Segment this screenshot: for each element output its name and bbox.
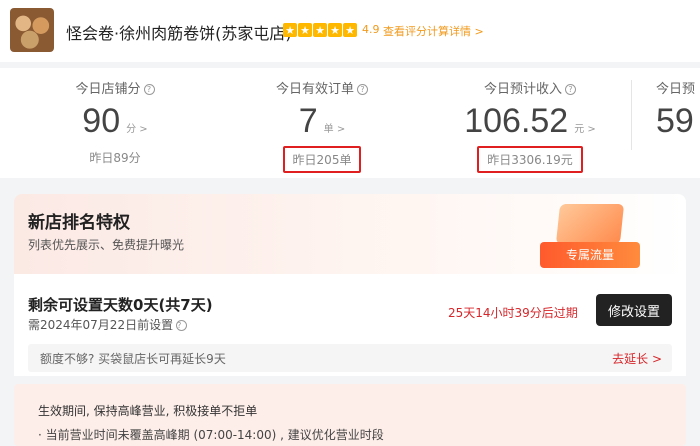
stat-label: 今日店铺分 xyxy=(75,82,141,97)
stat-label: 今日预计收入 xyxy=(483,82,562,97)
expiry-countdown: 25天14小时39分后过期 xyxy=(448,306,578,320)
help-icon[interactable]: ? xyxy=(176,320,188,331)
notice-line-2: · 当前营业时间未覆盖高峰期 (07:00-14:00) , 建议优化营业时段 xyxy=(38,428,384,442)
stat-expected-income[interactable]: 今日预计收入? 106.52 元 > 昨日3306.19元 xyxy=(440,68,620,173)
help-icon[interactable]: ? xyxy=(565,84,576,95)
shop-avatar[interactable] xyxy=(10,8,54,52)
modify-settings-button[interactable]: 修改设置 xyxy=(596,294,672,326)
stat-unit: 分 > xyxy=(126,124,148,135)
divider xyxy=(631,80,632,150)
stat-yesterday: 昨日89分 xyxy=(89,151,141,165)
rating-stars: ★ ★ ★ ★ ★ xyxy=(283,23,357,37)
stat-yesterday: 昨日3306.19元 xyxy=(477,146,583,173)
stat-yesterday: 昨日205单 xyxy=(282,146,362,173)
stat-partial[interactable]: 今日预 59 xyxy=(640,68,700,142)
stats-panel: 今日店铺分? 90 分 > 昨日89分 今日有效订单? 7 单 > 昨日205单 今… xyxy=(0,68,700,178)
stat-unit: 元 > xyxy=(574,124,596,135)
deadline-text: 需2024年07月22日前设置? xyxy=(28,316,188,333)
traffic-graphic-icon xyxy=(555,204,625,244)
remaining-days-section: 剩余可设置天数0天(共7天) 需2024年07月22日前设置? 25天14小时3… xyxy=(14,274,686,340)
help-icon[interactable]: ? xyxy=(357,84,368,95)
stat-label: 今日有效订单 xyxy=(275,82,354,97)
star-icon: ★ xyxy=(328,23,342,37)
privilege-subtitle: 列表优先展示、免费提升曝光 xyxy=(28,238,185,252)
stat-valid-orders[interactable]: 今日有效订单? 7 单 > 昨日205单 xyxy=(232,68,412,173)
stat-value: 7 xyxy=(298,102,318,140)
stat-store-score[interactable]: 今日店铺分? 90 分 > 昨日89分 xyxy=(25,68,205,169)
help-icon[interactable]: ? xyxy=(143,84,155,95)
deadline-label: 需2024年07月22日前设置 xyxy=(28,318,174,332)
extend-link[interactable]: 去延长 > xyxy=(612,350,662,367)
shop-header: 怪会卷·徐州肉筋卷饼(苏家屯店) ★ ★ ★ ★ ★ 4.9 查看评分计算详情 … xyxy=(0,0,700,62)
stat-unit: 单 > xyxy=(323,124,346,135)
shop-name: 怪会卷·徐州肉筋卷饼(苏家屯店) xyxy=(66,24,292,43)
new-store-privilege-card: 新店排名特权 列表优先展示、免费提升曝光 专属流量 xyxy=(14,194,686,274)
rating-details-link[interactable]: 查看评分计算详情 > xyxy=(383,23,484,39)
exclusive-traffic-badge: 专属流量 xyxy=(540,204,640,270)
notice-line-1: 生效期间, 保持高峰营业, 积极接单不拒单 xyxy=(38,404,258,418)
star-icon: ★ xyxy=(343,23,357,37)
badge-label: 专属流量 xyxy=(540,242,640,268)
rating-value: 4.9 xyxy=(362,23,380,36)
remaining-days-title: 剩余可设置天数0天(共7天) xyxy=(28,296,213,314)
effective-period-notice: 生效期间, 保持高峰营业, 积极接单不拒单 · 当前营业时间未覆盖高峰期 (07… xyxy=(14,384,686,446)
stat-value: 90 xyxy=(82,102,121,140)
extend-text: 额度不够? 买袋鼠店长可再延长9天 xyxy=(40,352,226,366)
star-icon: ★ xyxy=(298,23,312,37)
privilege-title: 新店排名特权 xyxy=(28,213,130,233)
extend-row: 额度不够? 买袋鼠店长可再延长9天 去延长 > xyxy=(14,340,686,376)
stat-value: 106.52 xyxy=(464,102,569,140)
stat-label: 今日预 xyxy=(656,82,696,97)
star-icon: ★ xyxy=(313,23,327,37)
stat-value: 59 xyxy=(656,102,694,140)
star-icon: ★ xyxy=(283,23,297,37)
extend-banner: 额度不够? 买袋鼠店长可再延长9天 去延长 > xyxy=(28,344,672,372)
